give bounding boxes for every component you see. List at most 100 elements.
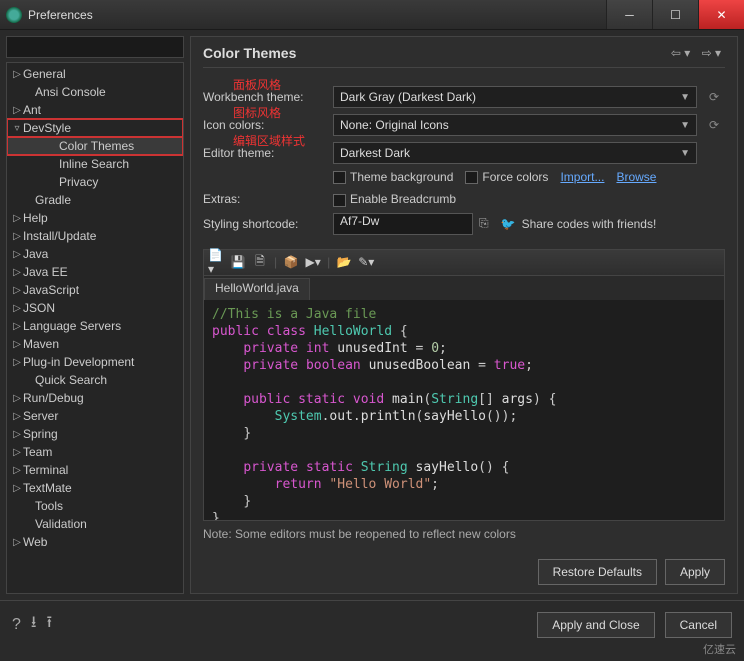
browse-link[interactable]: Browse	[616, 170, 656, 184]
twitter-icon[interactable]: 🐦	[501, 217, 516, 231]
note-text: Note: Some editors must be reopened to r…	[203, 527, 725, 541]
tree-item-label: DevStyle	[23, 121, 71, 135]
apply-button[interactable]: Apply	[665, 559, 725, 585]
tree-item-general[interactable]: ▷General	[7, 65, 183, 83]
tree-item-install-update[interactable]: ▷Install/Update	[7, 227, 183, 245]
tree-item-label: Run/Debug	[23, 391, 84, 405]
window-title: Preferences	[28, 8, 606, 22]
tree-item-plug-in-development[interactable]: ▷Plug-in Development	[7, 353, 183, 371]
chevron-right-icon: ▷	[11, 429, 23, 440]
code-area: //This is a Java file public class Hello…	[204, 300, 724, 520]
back-icon[interactable]: ⇦ ▾	[671, 46, 690, 60]
tree-item-gradle[interactable]: Gradle	[7, 191, 183, 209]
tree-item-label: Privacy	[59, 175, 98, 189]
extras-label: Extras:	[203, 192, 240, 206]
tree-item-web[interactable]: ▷Web	[7, 533, 183, 551]
tree-item-server[interactable]: ▷Server	[7, 407, 183, 425]
tree-item-label: Plug-in Development	[23, 355, 134, 369]
shortcode-label: Styling shortcode:	[203, 217, 298, 231]
tree-item-label: Inline Search	[59, 157, 129, 171]
chevron-right-icon: ▷	[11, 393, 23, 404]
restore-defaults-button[interactable]: Restore Defaults	[538, 559, 657, 585]
watermark: 亿速云	[703, 641, 736, 657]
editor-theme-combo[interactable]: Darkest Dark▼	[333, 142, 697, 164]
editor-tab[interactable]: HelloWorld.java	[204, 278, 310, 300]
tree-item-run-debug[interactable]: ▷Run/Debug	[7, 389, 183, 407]
titlebar: Preferences ─ ☐ ✕	[0, 0, 744, 30]
icon-colors-combo[interactable]: None: Original Icons▼	[333, 114, 697, 136]
tree-item-quick-search[interactable]: Quick Search	[7, 371, 183, 389]
cancel-button[interactable]: Cancel	[665, 612, 732, 638]
tree-item-label: Gradle	[35, 193, 71, 207]
tree-item-ant[interactable]: ▷Ant	[7, 101, 183, 119]
tree-item-java-ee[interactable]: ▷Java EE	[7, 263, 183, 281]
copy-icon[interactable]: ⎘	[479, 216, 489, 231]
theme-background-checkbox[interactable]: Theme background	[333, 170, 453, 184]
tree-item-label: Web	[23, 535, 47, 549]
tree-item-label: JSON	[23, 301, 55, 315]
tree-item-javascript[interactable]: ▷JavaScript	[7, 281, 183, 299]
tree-item-privacy[interactable]: Privacy	[7, 173, 183, 191]
tree-item-ansi-console[interactable]: Ansi Console	[7, 83, 183, 101]
export-prefs-icon[interactable]: ⭱	[47, 611, 53, 638]
tree-item-team[interactable]: ▷Team	[7, 443, 183, 461]
app-icon	[6, 7, 22, 23]
preferences-tree[interactable]: ▷GeneralAnsi Console▷Ant▿DevStyleColor T…	[6, 62, 184, 594]
edit-icon[interactable]: ✎▾	[358, 254, 374, 270]
refresh-icon[interactable]: ⟳	[703, 90, 725, 104]
new-icon[interactable]: 📄▾	[208, 254, 224, 270]
open-icon[interactable]: 📂	[336, 254, 352, 270]
tree-item-textmate[interactable]: ▷TextMate	[7, 479, 183, 497]
tree-item-label: TextMate	[23, 481, 72, 495]
package-icon[interactable]: 📦	[283, 254, 299, 270]
maximize-button[interactable]: ☐	[652, 0, 698, 29]
page-title: Color Themes	[203, 45, 667, 61]
tree-item-validation[interactable]: Validation	[7, 515, 183, 533]
annotation-icon: 图标风格	[233, 104, 281, 121]
minimize-button[interactable]: ─	[606, 0, 652, 29]
tree-item-label: Spring	[23, 427, 58, 441]
tree-item-spring[interactable]: ▷Spring	[7, 425, 183, 443]
tree-item-terminal[interactable]: ▷Terminal	[7, 461, 183, 479]
refresh-icon[interactable]: ⟳	[703, 118, 725, 132]
chevron-down-icon: ▼	[680, 148, 690, 159]
annotation-panel: 面板风格	[233, 76, 281, 93]
import-link[interactable]: Import...	[560, 170, 604, 184]
chevron-right-icon: ▷	[11, 213, 23, 224]
chevron-right-icon: ▷	[11, 231, 23, 242]
tree-item-color-themes[interactable]: Color Themes	[7, 137, 183, 155]
tree-item-label: Java	[23, 247, 48, 261]
workbench-theme-combo[interactable]: Dark Gray (Darkest Dark)▼	[333, 86, 697, 108]
forward-icon[interactable]: ⇨ ▾	[702, 46, 721, 60]
chevron-right-icon: ▷	[11, 483, 23, 494]
tree-item-label: Validation	[35, 517, 87, 531]
tree-item-label: General	[23, 67, 66, 81]
tree-item-maven[interactable]: ▷Maven	[7, 335, 183, 353]
tree-item-devstyle[interactable]: ▿DevStyle	[7, 119, 183, 137]
tree-item-label: Ant	[23, 103, 41, 117]
enable-breadcrumb-checkbox[interactable]: Enable Breadcrumb	[333, 192, 456, 206]
chevron-right-icon: ▷	[11, 537, 23, 548]
tree-item-label: Java EE	[23, 265, 68, 279]
tree-item-json[interactable]: ▷JSON	[7, 299, 183, 317]
tree-item-inline-search[interactable]: Inline Search	[7, 155, 183, 173]
chevron-right-icon: ▷	[11, 465, 23, 476]
tree-item-tools[interactable]: Tools	[7, 497, 183, 515]
tree-item-label: Help	[23, 211, 48, 225]
close-button[interactable]: ✕	[698, 0, 744, 29]
tree-item-java[interactable]: ▷Java	[7, 245, 183, 263]
help-icon[interactable]: ?	[12, 616, 21, 634]
import-prefs-icon[interactable]: ⭳	[31, 611, 37, 638]
tree-item-help[interactable]: ▷Help	[7, 209, 183, 227]
run-icon[interactable]: ▶▾	[305, 254, 321, 270]
filter-input[interactable]: ✕	[6, 36, 184, 58]
tree-item-label: Terminal	[23, 463, 68, 477]
force-colors-checkbox[interactable]: Force colors	[465, 170, 548, 184]
chevron-down-icon: ▼	[680, 120, 690, 131]
save-icon[interactable]: 💾	[230, 254, 246, 270]
tree-item-language-servers[interactable]: ▷Language Servers	[7, 317, 183, 335]
save-all-icon[interactable]: 🗎	[252, 254, 268, 270]
apply-close-button[interactable]: Apply and Close	[537, 612, 654, 638]
shortcode-input[interactable]: Af7-Dw	[333, 213, 473, 235]
main-panel: Color Themes ⇦ ▾ ⇨ ▾ 面板风格Workbench theme…	[190, 36, 738, 594]
